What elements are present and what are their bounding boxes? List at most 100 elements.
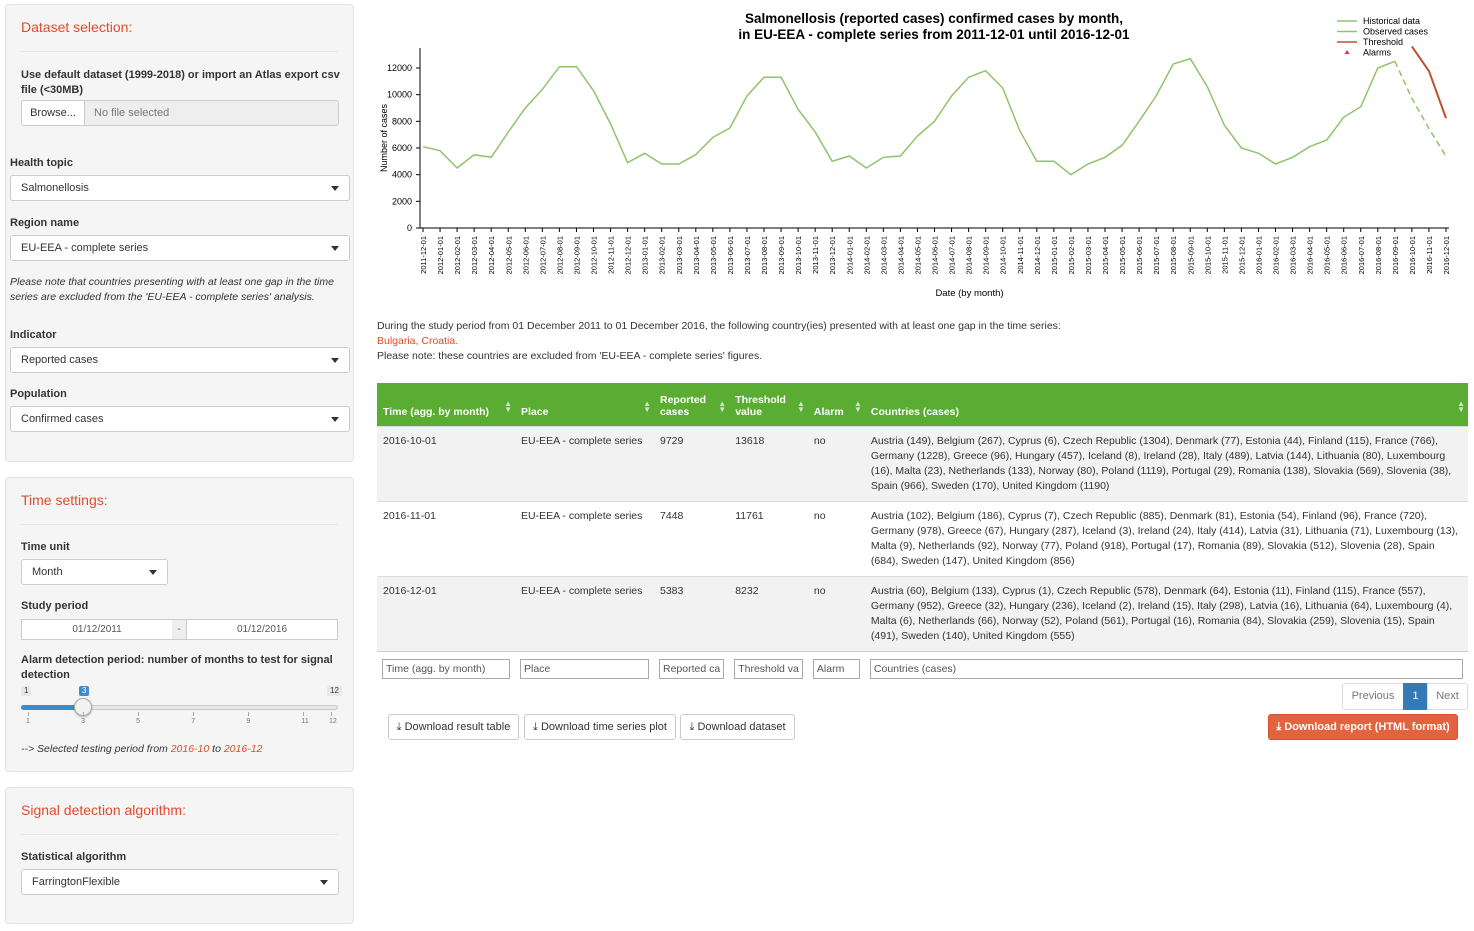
algorithm-select[interactable]: FarringtonFlexible bbox=[21, 869, 339, 895]
selected-period-text: --> Selected testing period from 2016-10… bbox=[21, 742, 262, 757]
indicator-select[interactable]: Reported cases bbox=[10, 347, 350, 373]
cell-reported: 9729 bbox=[654, 425, 730, 501]
region-value: EU-EEA - complete series bbox=[21, 242, 149, 254]
results-table: Time (agg. by month) ▲ ▼ Place ▲ ▼ Reported … bbox=[377, 383, 1468, 686]
legend-label: Historical data bbox=[1363, 16, 1420, 26]
y-axis-label: Number of cases bbox=[379, 103, 389, 172]
legend-label: Alarms bbox=[1363, 48, 1392, 58]
x-tick-label: 2016-11-01 bbox=[1425, 236, 1434, 274]
browse-button[interactable]: Browse... bbox=[21, 100, 85, 126]
cell-reported: 7448 bbox=[654, 500, 730, 576]
divider bbox=[21, 524, 338, 525]
import-label: Use default dataset (1999-2018) or impor… bbox=[21, 69, 340, 96]
region-note: Please note that countries presenting wi… bbox=[10, 276, 334, 303]
pagination-next[interactable]: Next bbox=[1427, 683, 1468, 710]
x-tick-label: 2016-07-01 bbox=[1357, 236, 1366, 274]
download-dataset-button[interactable]: ⤓ Download dataset bbox=[680, 714, 795, 740]
x-tick-label: 2016-05-01 bbox=[1323, 236, 1332, 274]
chevron-down-icon bbox=[149, 570, 157, 575]
chevron-down-icon bbox=[331, 186, 339, 191]
column-header-countries[interactable]: Countries (cases) ▲ ▼ bbox=[864, 383, 1468, 426]
sort-icon: ▲ ▼ bbox=[796, 398, 805, 414]
cell-time: 2016-12-01 bbox=[377, 575, 515, 651]
table-row: 2016-11-01 EU-EEA - complete series 7448… bbox=[377, 500, 1468, 576]
series-historical-line bbox=[422, 57, 1396, 176]
slider-tick-label: 5 bbox=[136, 718, 141, 725]
x-tick-label: 2015-05-01 bbox=[1118, 236, 1127, 274]
gap-info-line: During the study period from 01 December… bbox=[377, 320, 1061, 332]
selected-from: 2016-10 bbox=[170, 743, 210, 755]
x-tick-label: 2013-06-01 bbox=[726, 236, 735, 274]
chevron-down-icon bbox=[331, 417, 339, 422]
time-unit-label: Time unit bbox=[21, 541, 70, 553]
sort-icon: ▲ ▼ bbox=[853, 398, 862, 414]
download-report-button[interactable]: ⤓ Download report (HTML format) bbox=[1268, 714, 1458, 740]
time-unit-select[interactable]: Month bbox=[21, 559, 168, 585]
slider-tick bbox=[248, 712, 250, 716]
filter-time-input[interactable]: Time (agg. by month) bbox=[382, 658, 510, 679]
x-tick-label: 2015-01-01 bbox=[1050, 236, 1059, 274]
pagination-page-1[interactable]: 1 bbox=[1403, 683, 1428, 710]
download-plot-button[interactable]: ⤓ Download time series plot bbox=[524, 714, 676, 740]
filter-countries-input[interactable]: Countries (cases) bbox=[869, 658, 1463, 679]
time-series-chart: 0 2000 4000 6000 8000 10000 12000 Number of cas… bbox=[379, 16, 1451, 299]
x-tick-label: 2015-02-01 bbox=[1067, 236, 1076, 274]
x-tick-label: 2013-03-01 bbox=[675, 236, 684, 274]
study-end-input[interactable]: 01/12/2016 bbox=[186, 619, 338, 640]
x-tick-label: 2014-05-01 bbox=[913, 236, 922, 274]
file-name-field: No file selected bbox=[84, 100, 339, 126]
pagination-previous[interactable]: Previous bbox=[1342, 683, 1404, 710]
health-topic-select[interactable]: Salmonellosis bbox=[10, 175, 350, 201]
x-tick-label: 2016-06-01 bbox=[1340, 236, 1349, 274]
column-header-reported[interactable]: Reported cases ▲ ▼ bbox=[654, 383, 730, 426]
x-tick-label: 2014-09-01 bbox=[982, 236, 991, 274]
x-tick-label: 2012-05-01 bbox=[504, 236, 513, 274]
study-start-input[interactable]: 01/12/2011 bbox=[21, 619, 173, 640]
x-tick-label: 2014-04-01 bbox=[896, 236, 905, 274]
download-icon: ⤓ bbox=[533, 721, 538, 733]
cell-alarm: no bbox=[807, 575, 865, 651]
cell-place: EU-EEA - complete series bbox=[515, 425, 654, 501]
cell-place: EU-EEA - complete series bbox=[515, 575, 654, 651]
algorithm-label: Statistical algorithm bbox=[21, 851, 127, 863]
column-header-alarm[interactable]: Alarm ▲ ▼ bbox=[807, 383, 865, 426]
filter-threshold-input[interactable]: Threshold va bbox=[734, 658, 803, 679]
sort-icon: ▲ ▼ bbox=[1457, 398, 1465, 414]
gap-countries: Bulgaria, Croatia. bbox=[377, 335, 459, 347]
x-tick-label: 2013-05-01 bbox=[709, 236, 718, 274]
filter-place-input[interactable]: Place bbox=[520, 658, 649, 679]
download-result-table-button[interactable]: ⤓ Download result table bbox=[388, 714, 519, 740]
column-header-place[interactable]: Place ▲ ▼ bbox=[515, 383, 654, 426]
filter-reported-input[interactable]: Reported ca bbox=[659, 658, 725, 679]
column-header-threshold[interactable]: Threshold value ▲ ▼ bbox=[729, 383, 808, 426]
column-header-time[interactable]: Time (agg. by month) ▲ ▼ bbox=[377, 383, 515, 426]
population-label: Population bbox=[10, 388, 67, 400]
x-tick-label: 2013-10-01 bbox=[794, 236, 803, 274]
cell-time: 2016-10-01 bbox=[377, 425, 515, 501]
dataset-selection-title: Dataset selection: bbox=[21, 19, 133, 35]
population-select[interactable]: Confirmed cases bbox=[10, 406, 350, 432]
filter-alarm-input[interactable]: Alarm bbox=[812, 658, 860, 679]
x-tick-label: 2015-08-01 bbox=[1169, 236, 1178, 274]
indicator-label: Indicator bbox=[10, 329, 57, 341]
x-tick-label: 2015-04-01 bbox=[1101, 236, 1110, 274]
algorithm-panel: Signal detection algorithm: Statistical … bbox=[5, 787, 354, 924]
x-tick-label: 2015-03-01 bbox=[1084, 236, 1093, 274]
download-icon: ⤓ bbox=[689, 721, 695, 733]
filter-row: Time (agg. by month) Place Reported ca T… bbox=[377, 650, 1468, 686]
slider-min-label: 1 bbox=[21, 686, 32, 696]
health-topic-value: Salmonellosis bbox=[21, 182, 89, 194]
sort-icon: ▲ ▼ bbox=[718, 398, 727, 414]
region-select[interactable]: EU-EEA - complete series bbox=[10, 235, 350, 261]
time-settings-panel: Time settings: Time unit Month Study per… bbox=[5, 477, 354, 772]
cell-alarm: no bbox=[807, 425, 865, 501]
study-period-label: Study period bbox=[21, 600, 89, 612]
x-tick-label: 2011-12-01 bbox=[419, 236, 428, 274]
x-tick-label: 2014-02-01 bbox=[862, 236, 871, 274]
x-tick-label: 2012-12-01 bbox=[624, 236, 633, 274]
chevron-down-icon bbox=[331, 358, 339, 363]
table-header-row: Time (agg. by month) ▲ ▼ Place ▲ ▼ Reported … bbox=[377, 383, 1468, 426]
x-tick-label: 2014-08-01 bbox=[965, 236, 974, 274]
x-tick-label: 2016-12-01 bbox=[1442, 236, 1451, 274]
x-tick-label: 2016-02-01 bbox=[1272, 236, 1281, 274]
